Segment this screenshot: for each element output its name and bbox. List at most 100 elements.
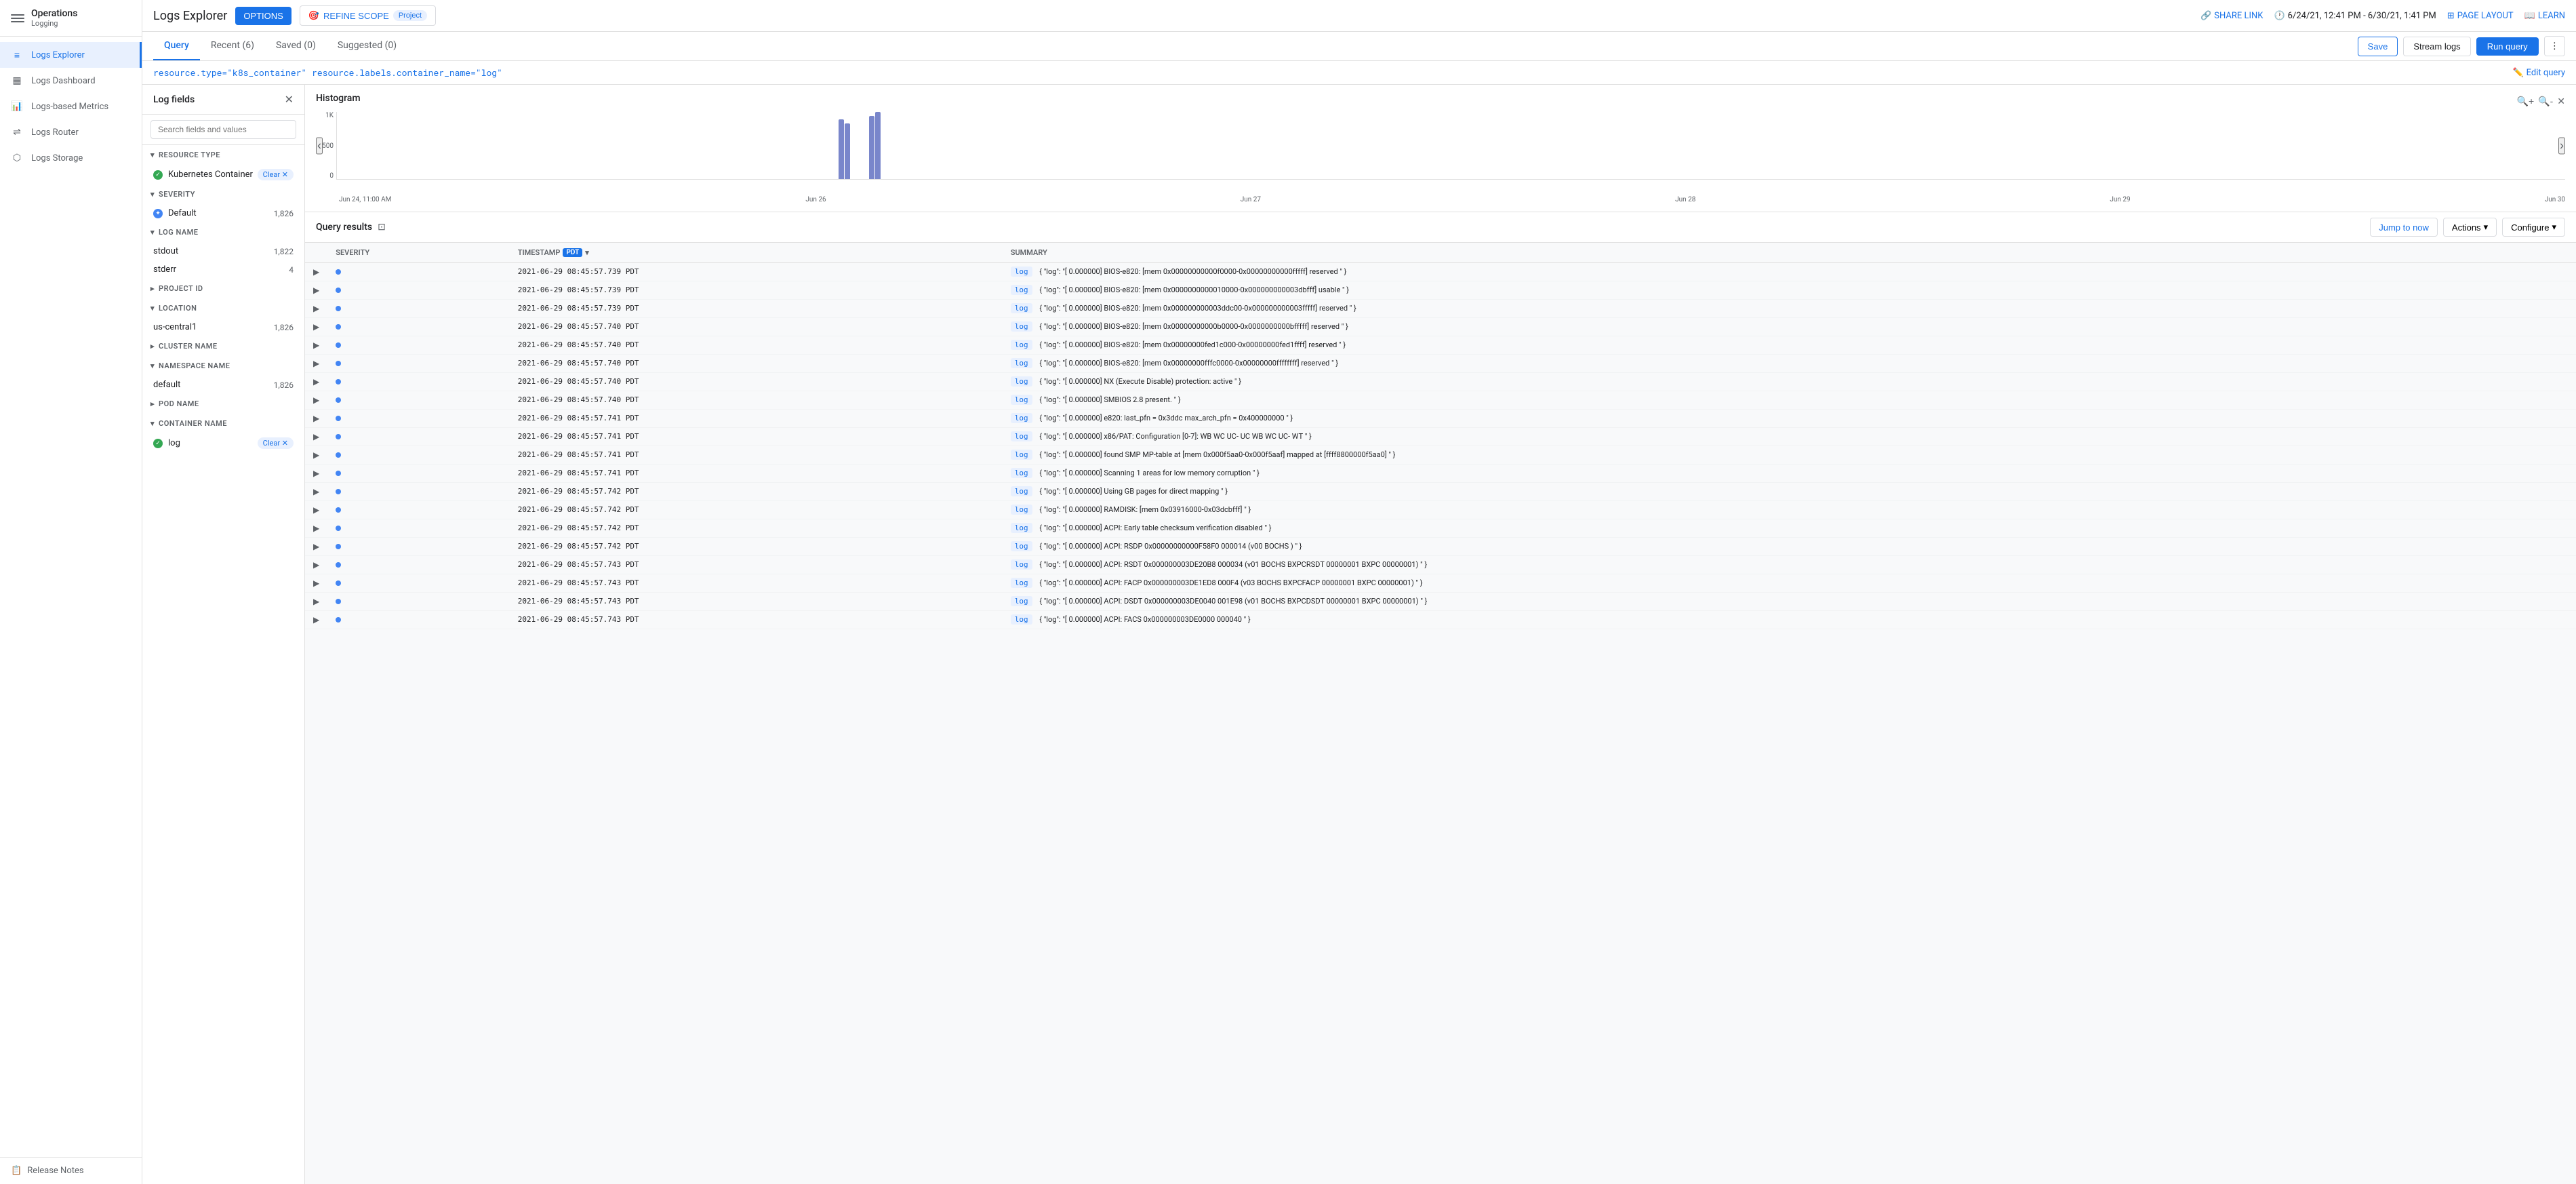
table-row[interactable]: ▶ 2021-06-29 08:45:57.741 PDT log { "log… xyxy=(305,446,2576,465)
section-header-pod-name[interactable]: ▸ POD NAME xyxy=(142,394,304,414)
row-expand[interactable]: ▶ xyxy=(305,519,327,538)
default-dot: ✦ xyxy=(153,209,163,218)
close-panel-button[interactable]: ✕ xyxy=(285,93,294,106)
table-row[interactable]: ▶ 2021-06-29 08:45:57.740 PDT log { "log… xyxy=(305,318,2576,336)
field-item-left: default xyxy=(153,380,180,390)
row-expand[interactable]: ▶ xyxy=(305,318,327,336)
share-link-button[interactable]: 🔗 SHARE LINK xyxy=(2200,11,2263,21)
table-row[interactable]: ▶ 2021-06-29 08:45:57.740 PDT log { "log… xyxy=(305,355,2576,373)
row-expand[interactable]: ▶ xyxy=(305,538,327,556)
sidebar-item-label: Logs Storage xyxy=(31,153,83,163)
expand-results-button[interactable]: ⊡ xyxy=(378,222,386,233)
sidebar-item-logs-explorer[interactable]: ≡ Logs Explorer xyxy=(0,42,142,68)
date-range-selector[interactable]: 🕐 6/24/21, 12:41 PM - 6/30/21, 1:41 PM xyxy=(2274,11,2436,21)
hamburger-icon[interactable] xyxy=(11,12,24,25)
row-expand[interactable]: ▶ xyxy=(305,281,327,300)
clear-container-chip[interactable]: Clear ✕ xyxy=(258,437,294,449)
close-histogram-button[interactable]: ✕ xyxy=(2557,96,2565,107)
sidebar-footer-release-notes[interactable]: 📋 Release Notes xyxy=(0,1157,142,1184)
row-expand[interactable]: ▶ xyxy=(305,446,327,465)
field-item-stderr[interactable]: stderr 4 xyxy=(142,260,304,279)
field-item-default[interactable]: ✦ Default 1,826 xyxy=(142,204,304,222)
section-header-namespace-name[interactable]: ▾ NAMESPACE NAME xyxy=(142,356,304,376)
field-item-stdout[interactable]: stdout 1,822 xyxy=(142,242,304,260)
table-row[interactable]: ▶ 2021-06-29 08:45:57.742 PDT log { "log… xyxy=(305,519,2576,538)
table-row[interactable]: ▶ 2021-06-29 08:45:57.739 PDT log { "log… xyxy=(305,300,2576,318)
row-expand[interactable]: ▶ xyxy=(305,355,327,373)
sidebar-item-logs-metrics[interactable]: 📊 Logs-based Metrics xyxy=(0,94,142,119)
field-item-default-ns[interactable]: default 1,826 xyxy=(142,376,304,394)
row-expand[interactable]: ▶ xyxy=(305,391,327,410)
th-timestamp-pdt[interactable]: TIMESTAMP PDT ▾ xyxy=(518,248,994,257)
row-expand[interactable]: ▶ xyxy=(305,410,327,428)
edit-query-button[interactable]: ✏️ Edit query xyxy=(2512,68,2565,78)
run-query-button[interactable]: Run query xyxy=(2476,37,2539,56)
row-expand[interactable]: ▶ xyxy=(305,574,327,593)
row-expand[interactable]: ▶ xyxy=(305,483,327,501)
table-row[interactable]: ▶ 2021-06-29 08:45:57.742 PDT log { "log… xyxy=(305,483,2576,501)
row-expand[interactable]: ▶ xyxy=(305,336,327,355)
row-expand[interactable]: ▶ xyxy=(305,611,327,629)
search-fields-input[interactable] xyxy=(150,120,296,139)
tab-saved[interactable]: Saved (0) xyxy=(265,32,327,60)
actions-dropdown-button[interactable]: Actions ▾ xyxy=(2443,218,2497,237)
table-row[interactable]: ▶ 2021-06-29 08:45:57.741 PDT log { "log… xyxy=(305,465,2576,483)
table-row[interactable]: ▶ 2021-06-29 08:45:57.743 PDT log { "log… xyxy=(305,593,2576,611)
field-item-us-central1[interactable]: us-central1 1,826 xyxy=(142,318,304,336)
table-row[interactable]: ▶ 2021-06-29 08:45:57.743 PDT log { "log… xyxy=(305,574,2576,593)
configure-dropdown-button[interactable]: Configure ▾ xyxy=(2502,218,2565,237)
table-row[interactable]: ▶ 2021-06-29 08:45:57.739 PDT log { "log… xyxy=(305,263,2576,281)
table-row[interactable]: ▶ 2021-06-29 08:45:57.743 PDT log { "log… xyxy=(305,556,2576,574)
table-row[interactable]: ▶ 2021-06-29 08:45:57.743 PDT log { "log… xyxy=(305,611,2576,629)
table-row[interactable]: ▶ 2021-06-29 08:45:57.739 PDT log { "log… xyxy=(305,281,2576,300)
table-row[interactable]: ▶ 2021-06-29 08:45:57.741 PDT log { "log… xyxy=(305,410,2576,428)
options-button[interactable]: OPTIONS xyxy=(235,7,291,25)
table-row[interactable]: ▶ 2021-06-29 08:45:57.742 PDT log { "log… xyxy=(305,538,2576,556)
tab-recent[interactable]: Recent (6) xyxy=(200,32,265,60)
stream-logs-button[interactable]: Stream logs xyxy=(2403,37,2470,56)
tab-suggested[interactable]: Suggested (0) xyxy=(327,32,407,60)
save-button[interactable]: Save xyxy=(2358,37,2398,56)
main-content: Logs Explorer OPTIONS 🎯 REFINE SCOPE Pro… xyxy=(142,0,2576,1184)
sidebar-item-logs-router[interactable]: ⇌ Logs Router xyxy=(0,119,142,145)
row-expand[interactable]: ▶ xyxy=(305,465,327,483)
page-layout-button[interactable]: ⊞ PAGE LAYOUT xyxy=(2447,11,2514,21)
section-header-resource-type[interactable]: ▾ RESOURCE TYPE xyxy=(142,145,304,165)
row-expand[interactable]: ▶ xyxy=(305,263,327,281)
actions-chevron-icon: ▾ xyxy=(2484,222,2489,233)
more-options-button[interactable]: ⋮ xyxy=(2544,36,2565,56)
row-expand[interactable]: ▶ xyxy=(305,373,327,391)
field-name: stderr xyxy=(153,264,176,275)
row-expand[interactable]: ▶ xyxy=(305,300,327,318)
query-text[interactable]: resource.type="k8s_container" resource.l… xyxy=(153,66,502,79)
clear-resource-type-chip[interactable]: Clear ✕ xyxy=(258,169,294,180)
field-item-kubernetes[interactable]: ✓ Kubernetes Container Clear ✕ xyxy=(142,165,304,184)
table-row[interactable]: ▶ 2021-06-29 08:45:57.742 PDT log { "log… xyxy=(305,501,2576,519)
field-item-log[interactable]: ✓ log Clear ✕ xyxy=(142,433,304,453)
learn-button[interactable]: 📖 LEARN xyxy=(2524,11,2565,21)
row-expand[interactable]: ▶ xyxy=(305,501,327,519)
refine-scope-button[interactable]: 🎯 REFINE SCOPE Project xyxy=(300,5,436,26)
row-expand[interactable]: ▶ xyxy=(305,556,327,574)
section-header-severity[interactable]: ▾ SEVERITY xyxy=(142,184,304,204)
section-header-location[interactable]: ▾ LOCATION xyxy=(142,298,304,318)
row-expand[interactable]: ▶ xyxy=(305,428,327,446)
zoom-in-button[interactable]: 🔍+ xyxy=(2517,96,2535,107)
histogram-next-button[interactable]: › xyxy=(2558,138,2565,155)
zoom-out-button[interactable]: 🔍- xyxy=(2538,96,2553,107)
table-row[interactable]: ▶ 2021-06-29 08:45:57.741 PDT log { "log… xyxy=(305,428,2576,446)
section-header-container-name[interactable]: ▾ CONTAINER NAME xyxy=(142,414,304,433)
section-header-project-id[interactable]: ▸ PROJECT ID xyxy=(142,279,304,298)
sidebar-item-logs-storage[interactable]: ⬡ Logs Storage xyxy=(0,145,142,171)
tab-query[interactable]: Query xyxy=(153,32,200,60)
sidebar-item-logs-dashboard[interactable]: ▦ Logs Dashboard xyxy=(0,68,142,94)
table-row[interactable]: ▶ 2021-06-29 08:45:57.740 PDT log { "log… xyxy=(305,391,2576,410)
section-header-cluster-name[interactable]: ▸ CLUSTER NAME xyxy=(142,336,304,356)
table-row[interactable]: ▶ 2021-06-29 08:45:57.740 PDT log { "log… xyxy=(305,373,2576,391)
section-header-log-name[interactable]: ▾ LOG NAME xyxy=(142,222,304,242)
row-expand[interactable]: ▶ xyxy=(305,593,327,611)
histogram-prev-button[interactable]: ‹ xyxy=(316,138,323,155)
table-row[interactable]: ▶ 2021-06-29 08:45:57.740 PDT log { "log… xyxy=(305,336,2576,355)
section-label: PROJECT ID xyxy=(159,284,203,293)
jump-to-now-button[interactable]: Jump to now xyxy=(2370,218,2438,237)
